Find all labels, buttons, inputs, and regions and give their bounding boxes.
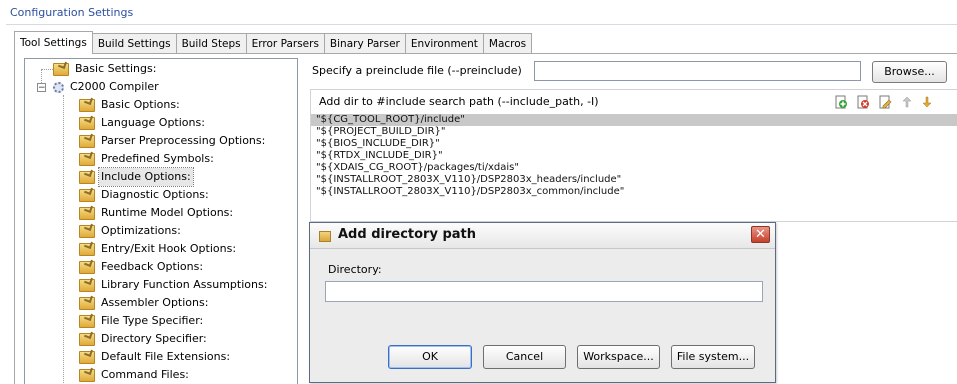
browse-button[interactable]: Browse... [872,61,947,83]
folder-settings-icon [79,134,95,148]
cancel-button[interactable]: Cancel [483,345,566,369]
tree-item-default-file-extensions[interactable]: Default File Extensions: [79,348,232,366]
folder-settings-icon [79,278,95,292]
folder-settings-icon [79,296,95,310]
tree-item-diagnostic-options[interactable]: Diagnostic Options: [79,186,211,204]
tree-item-language-options[interactable]: Language Options: [79,114,207,132]
tree-item-label: Runtime Model Options: [101,206,234,219]
folder-settings-icon [79,242,95,256]
tree-item-label: File Type Specifier: [101,314,204,327]
include-path-entry[interactable]: "${CG_TOOL_ROOT}/include" [311,114,957,126]
tree-item-label: Include Options: [98,167,194,187]
tree-item-predefined-symbols[interactable]: Predefined Symbols: [79,150,216,168]
tree-item-directory-specifier[interactable]: Directory Specifier: [79,330,209,348]
include-path-entry[interactable]: "${INSTALLROOT_2803X_V110}/DSP2803x_comm… [311,186,957,198]
tree-item-label: Language Options: [101,116,205,129]
tree-item-command-files[interactable]: Command Files: [79,366,191,384]
tree-item-label: Optimizations: [101,224,181,237]
directory-input[interactable] [325,281,763,302]
folder-settings-icon [79,260,95,274]
tree-item-label: Entry/Exit Hook Options: [101,242,237,255]
include-path-label: Add dir to #include search path (--inclu… [319,95,599,108]
settings-tabs: Tool Settings Build Settings Build Steps… [14,31,533,54]
directory-label: Directory: [328,263,382,276]
include-path-header: Add dir to #include search path (--inclu… [311,90,957,115]
tab-binary-parser[interactable]: Binary Parser [323,33,406,54]
tree-item-label: Predefined Symbols: [101,152,214,165]
folder-settings-icon [79,206,95,220]
tree-item-label: Diagnostic Options: [101,188,209,201]
include-path-entry[interactable]: "${INSTALLROOT_2803X_V110}/DSP2803x_head… [311,174,957,186]
tree-item-label: Library Function Assumptions: [101,278,268,291]
include-path-entry[interactable]: "${XDAIS_CG_ROOT}/packages/ti/xdais" [311,162,957,174]
tab-build-steps[interactable]: Build Steps [175,33,247,54]
folder-settings-icon [79,152,95,166]
file-system-button[interactable]: File system... [671,345,755,369]
tree-item-include-options[interactable]: Include Options: [79,167,194,187]
workspace-button[interactable]: Workspace... [577,345,660,369]
tree-item-library-function-assumptions[interactable]: Library Function Assumptions: [79,276,269,294]
tree-item-runtime-model-options[interactable]: Runtime Model Options: [79,204,235,222]
tree-item-assembler-options[interactable]: Assembler Options: [79,294,210,312]
include-path-panel: Add dir to #include search path (--inclu… [310,89,957,222]
include-path-entry[interactable]: "${PROJECT_BUILD_DIR}" [311,126,957,138]
add-icon[interactable] [834,95,848,109]
folder-settings-icon [79,170,95,184]
tree-item-label: Default File Extensions: [101,350,231,363]
tree-item-label: Basic Settings: [75,62,157,75]
tree-item-feedback-options[interactable]: Feedback Options: [79,258,205,276]
folder-settings-icon [79,116,95,130]
tree-item-label: Feedback Options: [101,260,204,273]
settings-tree: − Basic Settings: C2000 Compiler Basic O… [24,58,298,384]
tree-guide-line [63,95,64,384]
folder-settings-icon [79,368,95,382]
preinclude-label: Specify a preinclude file (--preinclude) [312,64,522,77]
preinclude-input[interactable] [534,61,861,81]
tree-item-label: Basic Options: [101,98,180,111]
tree-item-label: C2000 Compiler [70,80,159,93]
tab-build-settings[interactable]: Build Settings [91,33,177,54]
ok-button[interactable]: OK [388,345,472,369]
add-directory-dialog: Add directory path ✕ Directory: OK Cance… [309,222,776,383]
tree-item-parser-preprocessing-options[interactable]: Parser Preprocessing Options: [79,132,267,150]
dialog-title: Add directory path [338,227,476,242]
tab-tool-settings[interactable]: Tool Settings [14,31,93,54]
tree-item-label: Parser Preprocessing Options: [101,134,266,147]
folder-settings-icon [79,350,95,364]
delete-icon[interactable] [856,95,870,109]
edit-icon[interactable] [878,95,892,109]
folder-settings-icon [79,332,95,346]
include-path-entry[interactable]: "${RTDX_INCLUDE_DIR}" [311,150,957,162]
tree-item-entry-exit-hook-options[interactable]: Entry/Exit Hook Options: [79,240,238,258]
move-down-icon[interactable] [920,95,934,109]
tab-error-parsers[interactable]: Error Parsers [245,33,325,54]
title-divider [6,24,957,25]
tree-item-basic-settings[interactable]: Basic Settings: [53,60,158,78]
tree-item-optimizations[interactable]: Optimizations: [79,222,183,240]
collapse-toggle[interactable]: − [37,83,46,93]
folder-settings-icon [79,188,95,202]
tree-item-c2000-compiler[interactable]: C2000 Compiler [53,78,161,96]
move-up-icon[interactable] [900,95,914,109]
tree-item-file-type-specifier[interactable]: File Type Specifier: [79,312,205,330]
dialog-titlebar[interactable]: Add directory path ✕ [310,223,775,249]
folder-settings-icon [79,224,95,238]
dialog-app-icon [319,231,331,242]
folder-settings-icon [79,98,95,112]
tree-item-basic-options[interactable]: Basic Options: [79,96,182,114]
folder-settings-icon [53,62,69,76]
tree-item-label: Directory Specifier: [101,332,207,345]
tab-environment[interactable]: Environment [404,33,484,54]
include-path-entry[interactable]: "${BIOS_INCLUDE_DIR}" [311,138,957,150]
tree-item-label: Command Files: [101,368,189,381]
config-title: Configuration Settings [10,6,134,19]
tree-item-label: Assembler Options: [101,296,209,309]
folder-settings-icon [79,314,95,328]
close-icon[interactable]: ✕ [751,226,770,243]
tab-macros[interactable]: Macros [482,33,533,54]
include-path-list: "${CG_TOOL_ROOT}/include" "${PROJECT_BUI… [311,114,957,198]
gear-icon [53,81,64,93]
